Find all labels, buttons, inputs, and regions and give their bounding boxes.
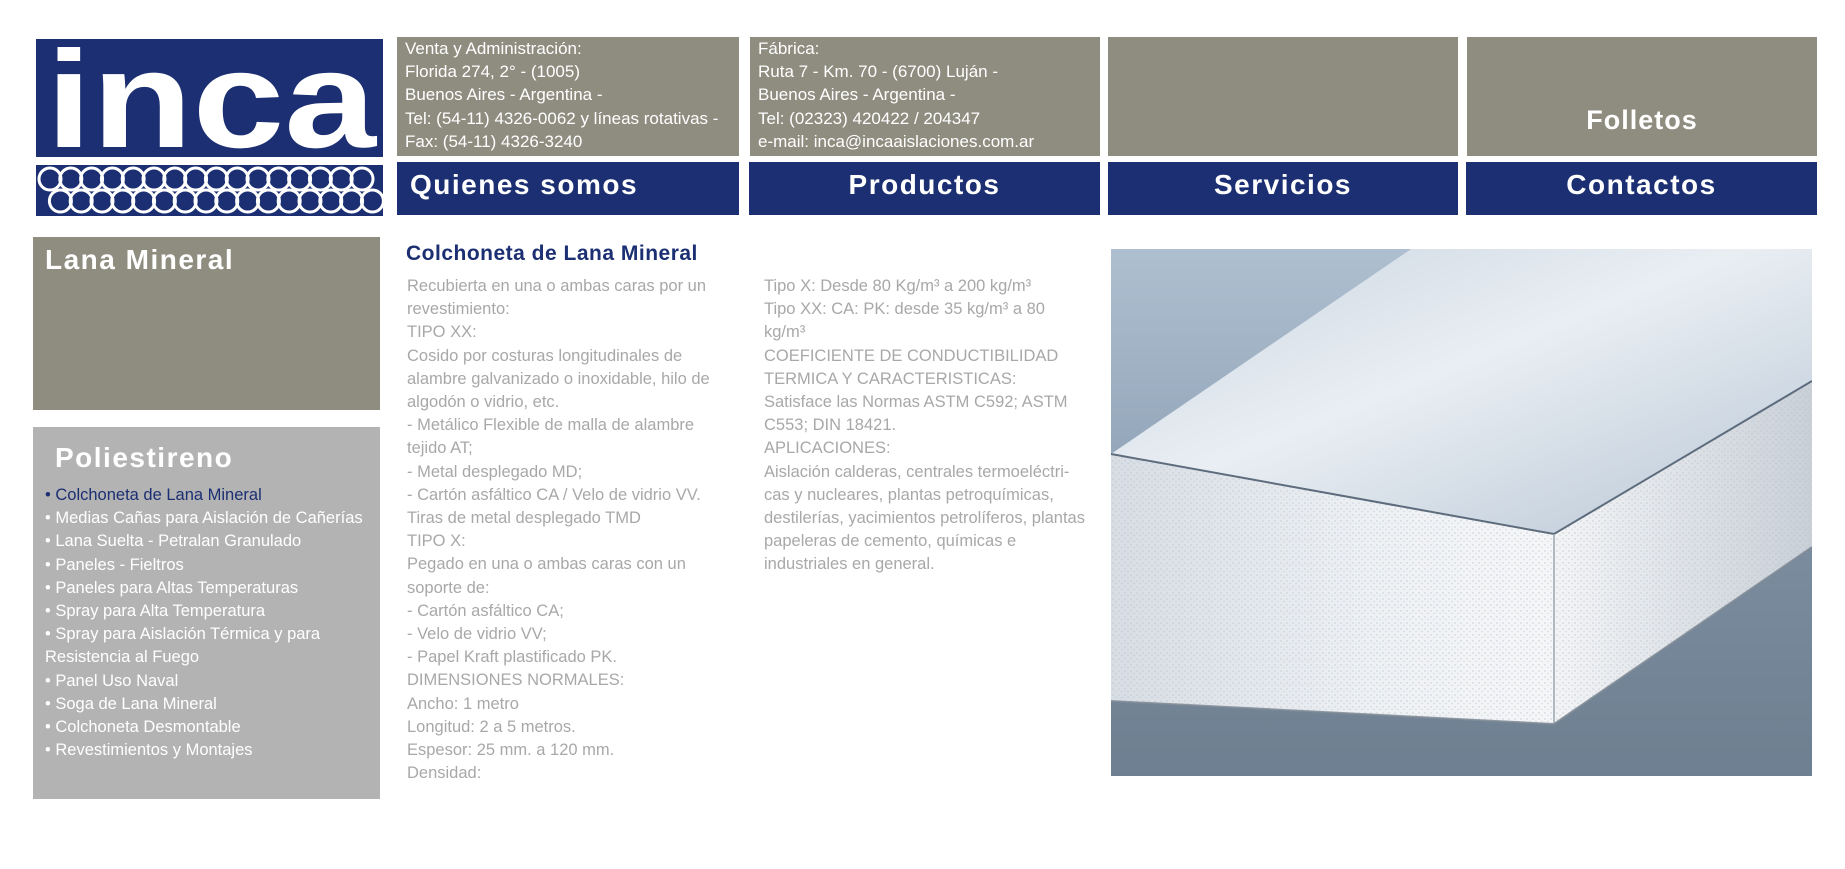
description-line: Espesor: 25 mm. a 120 mm. [407, 741, 615, 760]
description-line: - Papel Kraft plastificado PK. [407, 648, 618, 667]
sidebar-product-item[interactable]: • Colchoneta de Lana Mineral [45, 484, 380, 507]
description-line: TERMICA Y CARACTERISTICAS: [764, 369, 1017, 388]
sidebar-lana-title[interactable]: Lana Mineral [45, 244, 234, 276]
fabrica-info-line: Fábrica: [758, 39, 820, 58]
fabrica-info-box: Fábrica: Ruta 7 - Km. 70 - (6700) Luján -… [750, 37, 1100, 156]
description-line: TIPO XX: [407, 323, 477, 342]
sidebar-product-item[interactable]: • Panel Uso Naval [45, 670, 380, 693]
description-line: - Metálico Flexible de malla de alambre [407, 416, 695, 435]
sidebar-product-item[interactable]: • Lana Suelta - Petralan Granulado [45, 530, 380, 553]
description-line: Aislación calderas, centrales termoeléct… [764, 462, 1070, 481]
sidebar-product-item[interactable]: Resistencia al Fuego [45, 646, 380, 669]
sidebar-product-item[interactable]: • Colchoneta Desmontable [45, 716, 380, 739]
description-line: tejido AT; [407, 439, 473, 458]
nav-productos[interactable]: Productos [749, 162, 1100, 215]
description-line: Recubierta en una o ambas caras por un [407, 277, 707, 295]
description-line: Ancho: 1 metro [407, 694, 519, 713]
sidebar-product-item[interactable]: • Paneles - Fieltros [45, 554, 380, 577]
venta-info-line: Fax: (54-11) 4326-3240 [405, 131, 583, 151]
description-line: - Metal desplegado MD; [407, 462, 583, 481]
description-line: alambre galvanizado o inoxidable, hilo d… [407, 369, 710, 388]
fabrica-info-line: Ruta 7 - Km. 70 - (6700) Luján - [758, 62, 999, 82]
description-line: COEFICIENTE DE CONDUCTIBILIDAD [764, 346, 1059, 365]
venta-info-line: Venta y Administración: [405, 39, 582, 58]
sidebar-product-item[interactable]: • Medias Cañas para Aislación de Cañería… [45, 507, 380, 530]
product-description-left: Recubierta en una o ambas caras por un re… [407, 275, 727, 785]
venta-info-line: Florida 274, 2° - (1005) [405, 62, 580, 82]
product-title: Colchoneta de Lana Mineral [406, 242, 698, 265]
sidebar-product-item[interactable]: • Spray para Alta Temperatura [45, 600, 380, 623]
logo-wordmark: inca [46, 39, 377, 157]
sidebar-product-item[interactable]: • Revestimientos y Montajes [45, 739, 380, 762]
nav-quienes-somos[interactable]: Quienes somos [397, 162, 739, 215]
description-line: revestimiento: [407, 300, 510, 319]
description-line: - Cartón asfáltico CA / Velo de vidrio V… [407, 485, 701, 504]
description-line: DIMENSIONES NORMALES: [407, 671, 625, 690]
description-line: APLICACIONES: [764, 439, 891, 458]
header-blank-box [1108, 37, 1458, 156]
description-line: soporte de: [407, 578, 490, 597]
sidebar-product-item[interactable]: • Paneles para Altas Temperaturas [45, 577, 380, 600]
description-line: algodón o vidrio, etc. [407, 393, 560, 412]
description-line: Longitud: 2 a 5 metros. [407, 717, 576, 736]
sidebar-product-item[interactable]: • Spray para Aislación Térmica y para [45, 623, 380, 646]
description-line: papeleras de cemento, químicas e [764, 532, 1017, 551]
description-line: - Velo de vidrio VV; [407, 625, 547, 644]
inca-logo[interactable]: inca [36, 39, 383, 157]
sidebar-product-list: • Colchoneta de Lana Mineral • Medias Cañ… [45, 484, 380, 762]
fabrica-info-line: Tel: (02323) 420422 / 204347 [758, 108, 981, 128]
sidebar-lana-mineral[interactable]: Lana Mineral [33, 237, 380, 410]
product-image [1111, 249, 1812, 776]
nav-contactos[interactable]: Contactos [1466, 162, 1817, 215]
venta-info-box: Venta y Administración: Florida 274, 2° -… [397, 37, 739, 156]
fabrica-info-line: Buenos Aires - Argentina - [758, 85, 956, 105]
sidebar-poli-title[interactable]: Poliestireno [55, 442, 233, 474]
fabrica-info-line: e-mail: inca@incaaislaciones.com.ar [758, 131, 1035, 151]
description-line: industriales en general. [764, 555, 935, 574]
description-line: C553; DIN 18421. [764, 416, 897, 435]
description-line: destilerías, yacimientos petrolíferos, p… [764, 509, 1085, 528]
venta-info-text: Venta y Administración: Florida 274, 2° -… [397, 37, 739, 153]
venta-info-line: Buenos Aires - Argentina - [405, 85, 603, 105]
description-line: Satisface las Normas ASTM C592; ASTM [764, 393, 1068, 412]
description-line: TIPO X: [407, 532, 466, 551]
description-line: - Cartón asfáltico CA; [407, 601, 564, 620]
description-line: Tipo X: Desde 80 Kg/m³ a 200 kg/m³ [764, 277, 1032, 295]
sidebar-product-item[interactable]: • Soga de Lana Mineral [45, 693, 380, 716]
fabrica-info-text: Fábrica: Ruta 7 - Km. 70 - (6700) Luján -… [750, 37, 1100, 153]
description-line: kg/m³ [764, 323, 806, 342]
sidebar-poliestireno: Poliestireno • Colchoneta de Lana Minera… [33, 427, 380, 799]
description-line: Densidad: [407, 764, 482, 783]
coil-pattern-icon [36, 165, 383, 216]
description-line: Tipo XX: CA: PK: desde 35 kg/m³ a 80 [764, 300, 1045, 319]
folletos-box[interactable]: Folletos [1467, 37, 1817, 156]
description-line: Tiras de metal desplegado TMD [407, 509, 641, 528]
nav-servicios[interactable]: Servicios [1108, 162, 1458, 215]
description-line: cas y nucleares, plantas petroquímicas, [764, 485, 1054, 504]
venta-info-line: Tel: (54-11) 4326-0062 y líneas rotativa… [405, 108, 719, 128]
description-line: Pegado en una o ambas caras con un [407, 555, 686, 574]
description-line: Cosido por costuras longitudinales de [407, 346, 683, 365]
folletos-link[interactable]: Folletos [1467, 105, 1817, 136]
product-description-right: Tipo X: Desde 80 Kg/m³ a 200 kg/m³ Tipo X… [764, 275, 1094, 577]
